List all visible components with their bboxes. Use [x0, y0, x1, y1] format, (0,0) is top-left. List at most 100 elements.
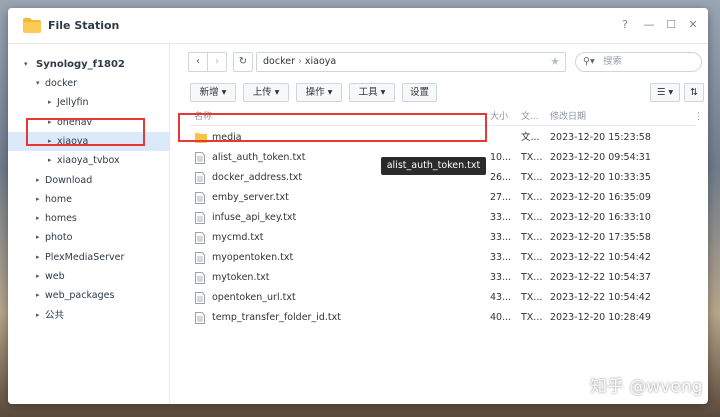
file-size: 10...: [490, 152, 512, 163]
file-station-window: File Station ? — ☐ ✕ ▾ Synology_f1802 ▾ d…: [8, 8, 708, 404]
table-row[interactable]: mytoken.txt 33... TX... 2023-12-22 10:54:37: [190, 268, 695, 288]
sidebar-item-web-packages[interactable]: ▸ web_packages: [8, 286, 170, 305]
sidebar-item-label: web_packages: [45, 290, 115, 302]
action-toolbar: 新增 ▾ 上传 ▾ 操作 ▾ 工具 ▾ 设置 ☰ ▾ ⇅: [190, 83, 705, 103]
folder-tree: ▾ Synology_f1802 ▾ docker ▸ Jellyfin ▸ onenav…: [8, 44, 170, 404]
sidebar-item-homes[interactable]: ▸ homes: [8, 209, 170, 228]
chevron-right-icon[interactable]: ▸: [36, 209, 40, 228]
text-file-icon: [195, 172, 205, 184]
table-row[interactable]: infuse_api_key.txt 33... TX... 2023-12-20 1…: [190, 208, 695, 228]
file-modified: 2023-12-20 16:35:09: [550, 192, 651, 203]
chevron-down-icon[interactable]: ▾: [36, 74, 40, 93]
tools-button[interactable]: 工具 ▾: [349, 83, 395, 102]
text-file-icon: [195, 212, 205, 224]
file-name: infuse_api_key.txt: [212, 212, 297, 223]
sidebar-item--[interactable]: ▸ 公共: [8, 306, 170, 325]
minimize-icon[interactable]: —: [642, 18, 656, 32]
refresh-button[interactable]: ↻: [233, 52, 253, 72]
breadcrumb-xiaoya[interactable]: xiaoya: [305, 56, 336, 67]
annotation-highlight-media: [178, 113, 487, 142]
back-button[interactable]: ‹: [188, 52, 208, 72]
file-type: 文...: [521, 132, 540, 143]
search-placeholder: 搜索: [603, 56, 623, 67]
upload-button[interactable]: 上传 ▾: [243, 83, 289, 102]
table-row[interactable]: mycmd.txt 33... TX... 2023-12-20 17:35:58: [190, 228, 695, 248]
file-type: TX...: [521, 292, 543, 303]
chevron-right-icon[interactable]: ▸: [36, 306, 40, 325]
file-modified: 2023-12-22 10:54:42: [550, 252, 651, 263]
file-name: temp_transfer_folder_id.txt: [212, 312, 341, 323]
new-button[interactable]: 新增 ▾: [190, 83, 236, 102]
settings-button[interactable]: 设置: [402, 83, 437, 102]
sidebar-item-xiaoya-tvbox[interactable]: ▸ xiaoya_tvbox: [8, 151, 170, 170]
file-size: 33...: [490, 252, 512, 263]
chevron-right-icon[interactable]: ▸: [48, 151, 52, 170]
maximize-icon[interactable]: ☐: [664, 18, 678, 32]
view-mode-button[interactable]: ☰ ▾: [650, 83, 680, 102]
file-type: TX...: [521, 272, 543, 283]
action-button[interactable]: 操作 ▾: [296, 83, 342, 102]
file-type: TX...: [521, 232, 543, 243]
filename-tooltip: alist_auth_token.txt: [381, 157, 486, 175]
chevron-right-icon[interactable]: ▸: [36, 190, 40, 209]
star-icon[interactable]: ★: [550, 53, 560, 71]
close-icon[interactable]: ✕: [686, 18, 700, 32]
column-size[interactable]: 大小: [490, 108, 508, 126]
search-input[interactable]: ⚲▾ 搜索: [575, 52, 702, 72]
chevron-right-icon[interactable]: ▸: [36, 267, 40, 286]
file-modified: 2023-12-22 10:54:37: [550, 272, 651, 283]
chevron-right-icon[interactable]: ▸: [36, 171, 40, 190]
tree-root[interactable]: ▾ Synology_f1802: [8, 55, 170, 74]
file-name: mycmd.txt: [212, 232, 264, 243]
sidebar-item-label: xiaoya_tvbox: [57, 155, 120, 167]
table-row[interactable]: emby_server.txt 27... TX... 2023-12-20 16:3…: [190, 188, 695, 208]
text-file-icon: [195, 232, 205, 244]
sidebar-item-label: web: [45, 271, 65, 282]
chevron-right-icon[interactable]: ▸: [48, 93, 52, 112]
sidebar-item-docker[interactable]: ▾ docker: [8, 74, 170, 93]
file-type: TX...: [521, 212, 543, 223]
breadcrumb-separator: ›: [298, 56, 302, 67]
path-bar[interactable]: docker › xiaoya ★: [256, 52, 566, 72]
table-row[interactable]: opentoken_url.txt 43... TX... 2023-12-22 10…: [190, 288, 695, 308]
sidebar-item-label: homes: [45, 213, 77, 225]
tree-root-label: Synology_f1802: [36, 59, 125, 70]
text-file-icon: [195, 152, 205, 164]
file-modified: 2023-12-20 10:33:35: [550, 172, 651, 183]
file-modified: 2023-12-20 09:54:31: [550, 152, 651, 163]
window-title: File Station: [48, 19, 120, 32]
file-size: 43...: [490, 292, 512, 303]
file-name: emby_server.txt: [212, 192, 289, 203]
sidebar-item-web[interactable]: ▸ web: [8, 267, 170, 286]
sidebar-item-home[interactable]: ▸ home: [8, 190, 170, 209]
column-more-icon[interactable]: ⋮: [694, 108, 703, 126]
sidebar-item-jellyfin[interactable]: ▸ Jellyfin: [8, 93, 170, 112]
file-type: TX...: [521, 152, 543, 163]
table-row[interactable]: myopentoken.txt 33... TX... 2023-12-22 10:5…: [190, 248, 695, 268]
sidebar-item-download[interactable]: ▸ Download: [8, 171, 170, 190]
file-type: TX...: [521, 172, 543, 183]
chevron-down-icon[interactable]: ▾: [24, 55, 28, 74]
chevron-right-icon[interactable]: ▸: [36, 228, 40, 247]
sidebar-item-label: 公共: [45, 309, 65, 321]
file-modified: 2023-12-22 10:54:42: [550, 292, 651, 303]
chevron-right-icon[interactable]: ▸: [36, 248, 40, 267]
watermark-text: 知乎 @wveng: [590, 377, 703, 397]
text-file-icon: [195, 292, 205, 304]
sidebar-item-label: Jellyfin: [57, 97, 89, 109]
sort-icon[interactable]: ⇅: [684, 83, 704, 102]
sidebar-item-plexmediaserver[interactable]: ▸ PlexMediaServer: [8, 248, 170, 267]
table-row[interactable]: temp_transfer_folder_id.txt 40... TX... 202…: [190, 308, 695, 328]
sidebar-item-label: home: [45, 193, 72, 205]
title-bar: File Station ? — ☐ ✕: [8, 8, 708, 44]
sidebar-item-photo[interactable]: ▸ photo: [8, 228, 170, 247]
breadcrumb-docker[interactable]: docker: [263, 56, 295, 67]
file-list: 名称 大小 文... 修改日期 ⋮ media 文... 2023-12-20 15…: [190, 108, 705, 404]
help-icon[interactable]: ?: [618, 18, 632, 32]
chevron-right-icon[interactable]: ▸: [36, 286, 40, 305]
column-type[interactable]: 文...: [521, 108, 539, 126]
file-size: 26...: [490, 172, 512, 183]
file-size: 33...: [490, 212, 512, 223]
forward-button[interactable]: ›: [207, 52, 227, 72]
column-modified[interactable]: 修改日期: [550, 108, 586, 126]
